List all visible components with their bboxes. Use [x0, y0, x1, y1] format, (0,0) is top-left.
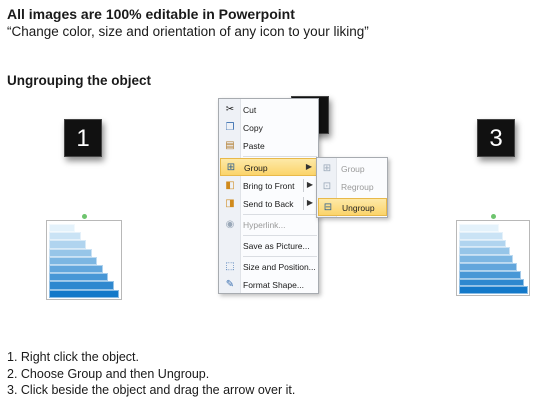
submenu-item-ungroup[interactable]: ⊟ Ungroup	[318, 198, 387, 216]
copy-icon: ❐	[225, 122, 235, 133]
stair-bar	[459, 270, 521, 279]
step-box-1: 1	[64, 119, 102, 157]
size-position-icon: ⬚	[225, 261, 235, 272]
section-heading: Ungrouping the object	[7, 73, 151, 88]
split-divider	[303, 197, 304, 210]
page-title: All images are 100% editable in Powerpoi…	[7, 6, 295, 22]
stair-bar	[49, 232, 81, 241]
stair-bar	[49, 224, 75, 233]
menu-separator	[243, 235, 317, 236]
submenu-item-group: ⊞ Group	[318, 160, 387, 178]
rotation-handle[interactable]	[82, 214, 87, 219]
submenu-arrow-icon[interactable]: ▶	[307, 198, 313, 207]
menu-item-save-as-picture[interactable]: Save as Picture...	[220, 237, 318, 255]
stair-bar	[49, 265, 103, 274]
menu-item-label: Size and Position...	[243, 262, 316, 272]
menu-item-hyperlink: ◉ Hyperlink...	[220, 216, 318, 234]
menu-item-label: Paste	[243, 141, 265, 151]
menu-item-copy[interactable]: ❐ Copy	[220, 119, 318, 137]
group-icon: ⊞	[226, 162, 236, 173]
submenu-item-label: Ungroup	[342, 203, 375, 213]
page-subtitle: “Change color, size and orientation of a…	[7, 24, 369, 39]
menu-item-label: Cut	[243, 105, 257, 115]
menu-item-label: Hyperlink...	[243, 220, 286, 230]
group-submenu: ⊞ Group ⊡ Regroup ⊟ Ungroup	[316, 157, 388, 218]
context-menu: ✂ Cut ❐ Copy ▤ Paste ⊞ Group ▶ ◧ Bring t…	[218, 98, 319, 294]
send-back-icon: ◨	[225, 198, 235, 209]
menu-item-label: Bring to Front	[243, 181, 295, 191]
stair-bar	[49, 281, 114, 290]
stair-bar	[49, 256, 97, 265]
paste-icon: ▤	[225, 140, 235, 151]
hyperlink-icon: ◉	[225, 219, 235, 230]
rotation-handle[interactable]	[491, 214, 496, 219]
submenu-item-regroup: ⊡ Regroup	[318, 178, 387, 196]
staircase-grouped[interactable]	[46, 214, 124, 300]
submenu-item-label: Regroup	[341, 182, 374, 192]
group-icon: ⊞	[322, 163, 332, 174]
staircase-ungrouped[interactable]	[456, 214, 532, 296]
stair-bar	[49, 248, 92, 257]
menu-item-label: Copy	[243, 123, 263, 133]
instruction-step-2: 2. Choose Group and then Ungroup.	[7, 366, 210, 381]
submenu-arrow-icon[interactable]: ▶	[307, 180, 313, 189]
format-shape-icon: ✎	[225, 279, 235, 290]
menu-separator	[243, 256, 317, 257]
menu-item-cut[interactable]: ✂ Cut	[220, 101, 318, 119]
regroup-icon: ⊡	[322, 181, 332, 192]
menu-item-paste[interactable]: ▤ Paste	[220, 137, 318, 155]
stair-bar	[49, 240, 86, 249]
menu-item-label: Send to Back	[243, 199, 294, 209]
step-box-3: 3	[477, 119, 515, 157]
stair-bar	[459, 278, 525, 287]
stair-bar	[459, 224, 499, 232]
instruction-step-3: 3. Click beside the object and drag the …	[7, 383, 296, 397]
menu-separator	[243, 156, 317, 157]
stair-bar	[49, 273, 108, 282]
stair-bar	[459, 231, 503, 240]
instructions-list: 1. Right click the object. 2. Choose Gro…	[7, 349, 295, 399]
stair-bar	[459, 263, 517, 271]
menu-item-group[interactable]: ⊞ Group ▶	[220, 158, 318, 176]
split-divider	[303, 179, 304, 192]
menu-item-label: Save as Picture...	[243, 241, 310, 251]
bring-front-icon: ◧	[225, 180, 235, 191]
menu-item-size-and-position[interactable]: ⬚ Size and Position...	[220, 258, 318, 276]
stair-bar	[459, 239, 507, 248]
menu-separator	[243, 214, 317, 215]
menu-item-bring-to-front[interactable]: ◧ Bring to Front ▶	[220, 177, 318, 195]
stair-bar	[459, 286, 528, 295]
stair-bar	[459, 247, 510, 256]
submenu-arrow-icon: ▶	[305, 162, 312, 171]
menu-item-send-to-back[interactable]: ◨ Send to Back ▶	[220, 195, 318, 213]
stair-bar	[459, 255, 514, 263]
scissors-icon: ✂	[225, 104, 235, 115]
menu-item-label: Group	[244, 163, 268, 173]
menu-item-label: Format Shape...	[243, 280, 304, 290]
submenu-item-label: Group	[341, 164, 365, 174]
instruction-step-1: 1. Right click the object.	[7, 350, 140, 364]
menu-item-format-shape[interactable]: ✎ Format Shape...	[220, 276, 318, 294]
ungroup-icon: ⊟	[323, 202, 333, 213]
stair-bar	[49, 289, 119, 298]
